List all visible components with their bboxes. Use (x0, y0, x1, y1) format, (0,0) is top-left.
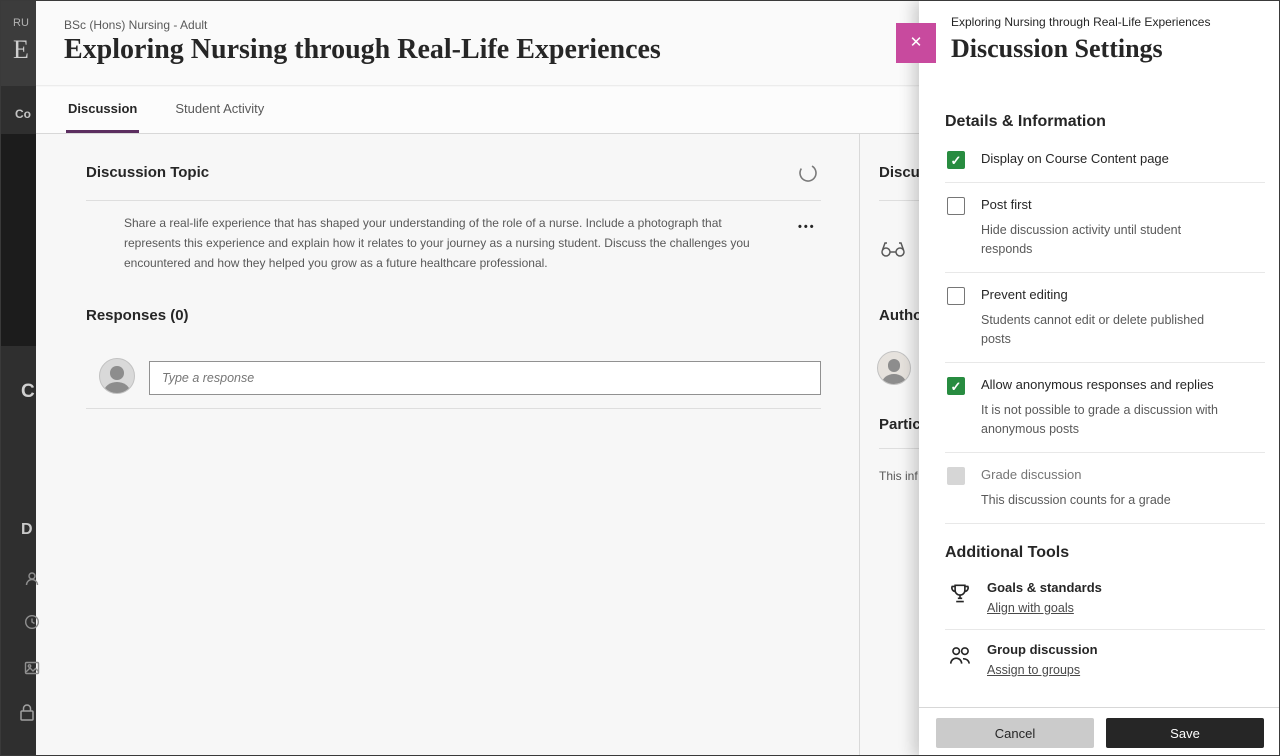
tool-group-discussion: Group discussion Assign to groups (945, 630, 1265, 691)
option-subtext: Students cannot edit or delete published… (981, 311, 1229, 349)
response-input[interactable] (149, 361, 821, 395)
more-options-icon[interactable]: ••• (798, 221, 816, 233)
side-info-text: This inf (879, 469, 918, 483)
dimmed-course-page-strip: RU E Co C D (1, 1, 36, 756)
panel-header: Exploring Nursing through Real-Life Expe… (919, 1, 1280, 64)
option-post-first: Post first Hide discussion activity unti… (945, 183, 1265, 273)
discussion-topic-text: Share a real-life experience that has sh… (124, 213, 772, 273)
panel-context-title: Exploring Nursing through Real-Life Expe… (951, 15, 1265, 29)
avatar (99, 358, 135, 394)
divider (86, 200, 821, 201)
trophy-icon (947, 581, 973, 612)
checkbox-post-first[interactable] (947, 197, 965, 215)
option-subtext: Hide discussion activity until student r… (981, 221, 1229, 259)
lock-icon (17, 702, 37, 722)
strip-text-c: C (21, 381, 35, 403)
vertical-divider (859, 134, 860, 756)
tool-goals-standards: Goals & standards Align with goals (945, 568, 1265, 630)
option-subtext: This discussion counts for a grade (981, 491, 1171, 510)
option-label: Prevent editing (981, 286, 1229, 304)
panel-body: Details & Information Display on Course … (919, 97, 1280, 707)
checkbox-display-on-course-content[interactable] (947, 151, 965, 169)
option-label: Allow anonymous responses and replies (981, 376, 1229, 394)
group-icon (947, 643, 973, 674)
side-participants-heading: Partic (879, 416, 921, 433)
strip-dark-block (1, 134, 36, 346)
page-title: Exploring Nursing through Real-Life Expe… (64, 34, 661, 66)
panel-footer: Cancel Save (919, 707, 1280, 756)
clock-icon (24, 614, 40, 630)
responses-heading: Responses (0) (86, 307, 189, 324)
panel-title: Discussion Settings (951, 34, 1265, 64)
save-button[interactable]: Save (1106, 718, 1264, 748)
tool-title: Group discussion (987, 642, 1098, 658)
strip-text-d: D (21, 521, 33, 539)
divider (86, 408, 821, 409)
image-icon (24, 660, 40, 676)
option-display-on-course-content: Display on Course Content page (945, 137, 1265, 183)
cancel-button[interactable]: Cancel (936, 718, 1094, 748)
assign-to-groups-link[interactable]: Assign to groups (987, 663, 1080, 677)
person-icon (24, 571, 40, 587)
details-information-heading: Details & Information (945, 113, 1265, 131)
discussion-settings-panel: Exploring Nursing through Real-Life Expe… (919, 1, 1280, 756)
tool-title: Goals & standards (987, 580, 1102, 596)
option-grade-discussion: Grade discussion This discussion counts … (945, 453, 1265, 524)
checkbox-grade-discussion (947, 467, 965, 485)
option-label: Grade discussion (981, 466, 1171, 484)
option-label: Display on Course Content page (981, 150, 1169, 168)
checkbox-prevent-editing[interactable] (947, 287, 965, 305)
strip-text-ru: RU (13, 17, 29, 29)
breadcrumb: BSc (Hons) Nursing - Adult (64, 18, 207, 32)
side-column-heading: Discu (879, 164, 920, 181)
discussion-topic-heading: Discussion Topic (86, 164, 209, 181)
strip-text-content-tab: Co (15, 107, 31, 121)
option-allow-anonymous: Allow anonymous responses and replies It… (945, 363, 1265, 453)
strip-text-title-initial: E (13, 35, 29, 65)
side-author-heading: Autho (879, 307, 922, 324)
option-prevent-editing: Prevent editing Students cannot edit or … (945, 273, 1265, 363)
tab-discussion[interactable]: Discussion (66, 87, 139, 133)
tab-student-activity[interactable]: Student Activity (173, 87, 266, 133)
refresh-spinner-icon[interactable] (797, 163, 819, 185)
align-with-goals-link[interactable]: Align with goals (987, 601, 1074, 615)
checkbox-allow-anonymous[interactable] (947, 377, 965, 395)
option-label: Post first (981, 196, 1229, 214)
glasses-icon (879, 239, 907, 264)
author-avatar (877, 351, 911, 385)
screen: RU E Co C D BSc (Hons) Nursing - Adult E… (0, 0, 1280, 756)
close-icon[interactable]: ✕ (896, 23, 936, 63)
option-subtext: It is not possible to grade a discussion… (981, 401, 1229, 439)
additional-tools-heading: Additional Tools (945, 544, 1265, 562)
